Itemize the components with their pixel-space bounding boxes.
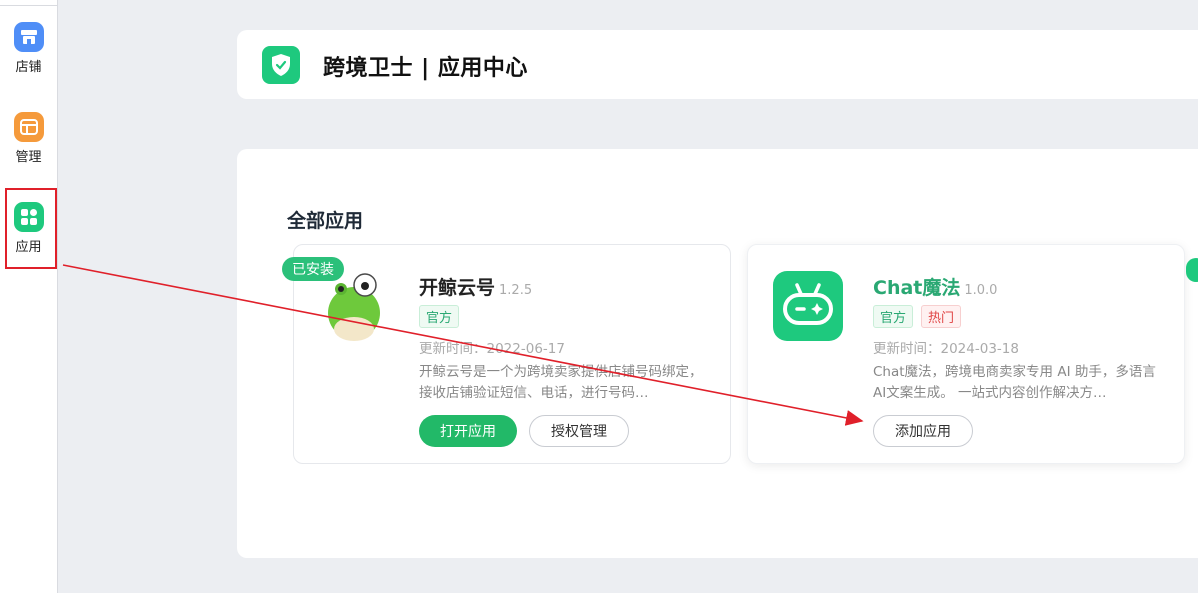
section-title: 全部应用	[287, 210, 364, 232]
update-time: 更新时间：2022-06-17	[419, 341, 565, 357]
open-app-button[interactable]: 打开应用	[419, 415, 517, 447]
sidebar-top-divider	[0, 0, 57, 6]
shield-icon	[262, 46, 300, 84]
sidebar-item-manage[interactable]: 管理	[0, 112, 57, 165]
sidebar-item-label: 管理	[15, 150, 42, 165]
app-actions: 打开应用 授权管理	[419, 415, 629, 447]
tag-official: 官方	[873, 305, 914, 328]
update-time: 更新时间：2024-03-18	[873, 341, 1019, 357]
app-name-text: Chat魔法	[873, 277, 961, 299]
highlight-annotation-box	[5, 188, 57, 269]
robot-icon	[773, 271, 843, 341]
tag-list: 官方	[419, 305, 460, 328]
page-title: 跨境卫士 | 应用中心	[323, 56, 528, 81]
sidebar: 店铺 管理 应用	[0, 0, 58, 593]
app-name-text: 开鲸云号	[419, 277, 496, 299]
header-bar: 跨境卫士 | 应用中心	[237, 30, 1198, 99]
app-actions: 添加应用	[873, 415, 973, 447]
tag-hot: 热门	[921, 305, 962, 328]
app-card[interactable]: Chat魔法 1.0.0 官方 热门 更新时间：2024-03-18 Chat魔法…	[747, 244, 1185, 464]
app-card[interactable]: 已安装 开鲸云号 1.2.5 官方 更新时间：2022-06-17 开鲸云号是一个…	[282, 244, 731, 464]
app-name: Chat魔法 1.0.0	[873, 273, 997, 300]
apps-panel: 全部应用 已安装 开鲸云号 1.2.5 官方 更新时间：2022-06-17 开鲸…	[237, 149, 1198, 558]
installed-badge: 已安装	[282, 257, 344, 281]
store-icon	[13, 22, 44, 52]
frog-icon	[319, 271, 389, 341]
sidebar-item-store[interactable]: 店铺	[0, 22, 57, 75]
sidebar-item-label: 店铺	[15, 60, 42, 75]
app-description: Chat魔法，跨境电商卖家专用 AI 助手，多语言AI文案生成。 一站式内容创作…	[873, 364, 1156, 401]
tag-official: 官方	[419, 305, 460, 328]
add-app-button[interactable]: 添加应用	[873, 415, 973, 447]
tag-list: 官方 热门	[873, 305, 962, 328]
manage-icon	[13, 112, 44, 142]
app-name: 开鲸云号 1.2.5	[419, 273, 532, 300]
partial-badge	[1186, 258, 1198, 282]
app-version: 1.0.0	[964, 283, 998, 298]
app-version: 1.2.5	[499, 283, 533, 298]
auth-manage-button[interactable]: 授权管理	[529, 415, 629, 447]
app-description: 开鲸云号是一个为跨境卖家提供店铺号码绑定，接收店铺验证短信、电话，进行号码…	[419, 364, 703, 401]
